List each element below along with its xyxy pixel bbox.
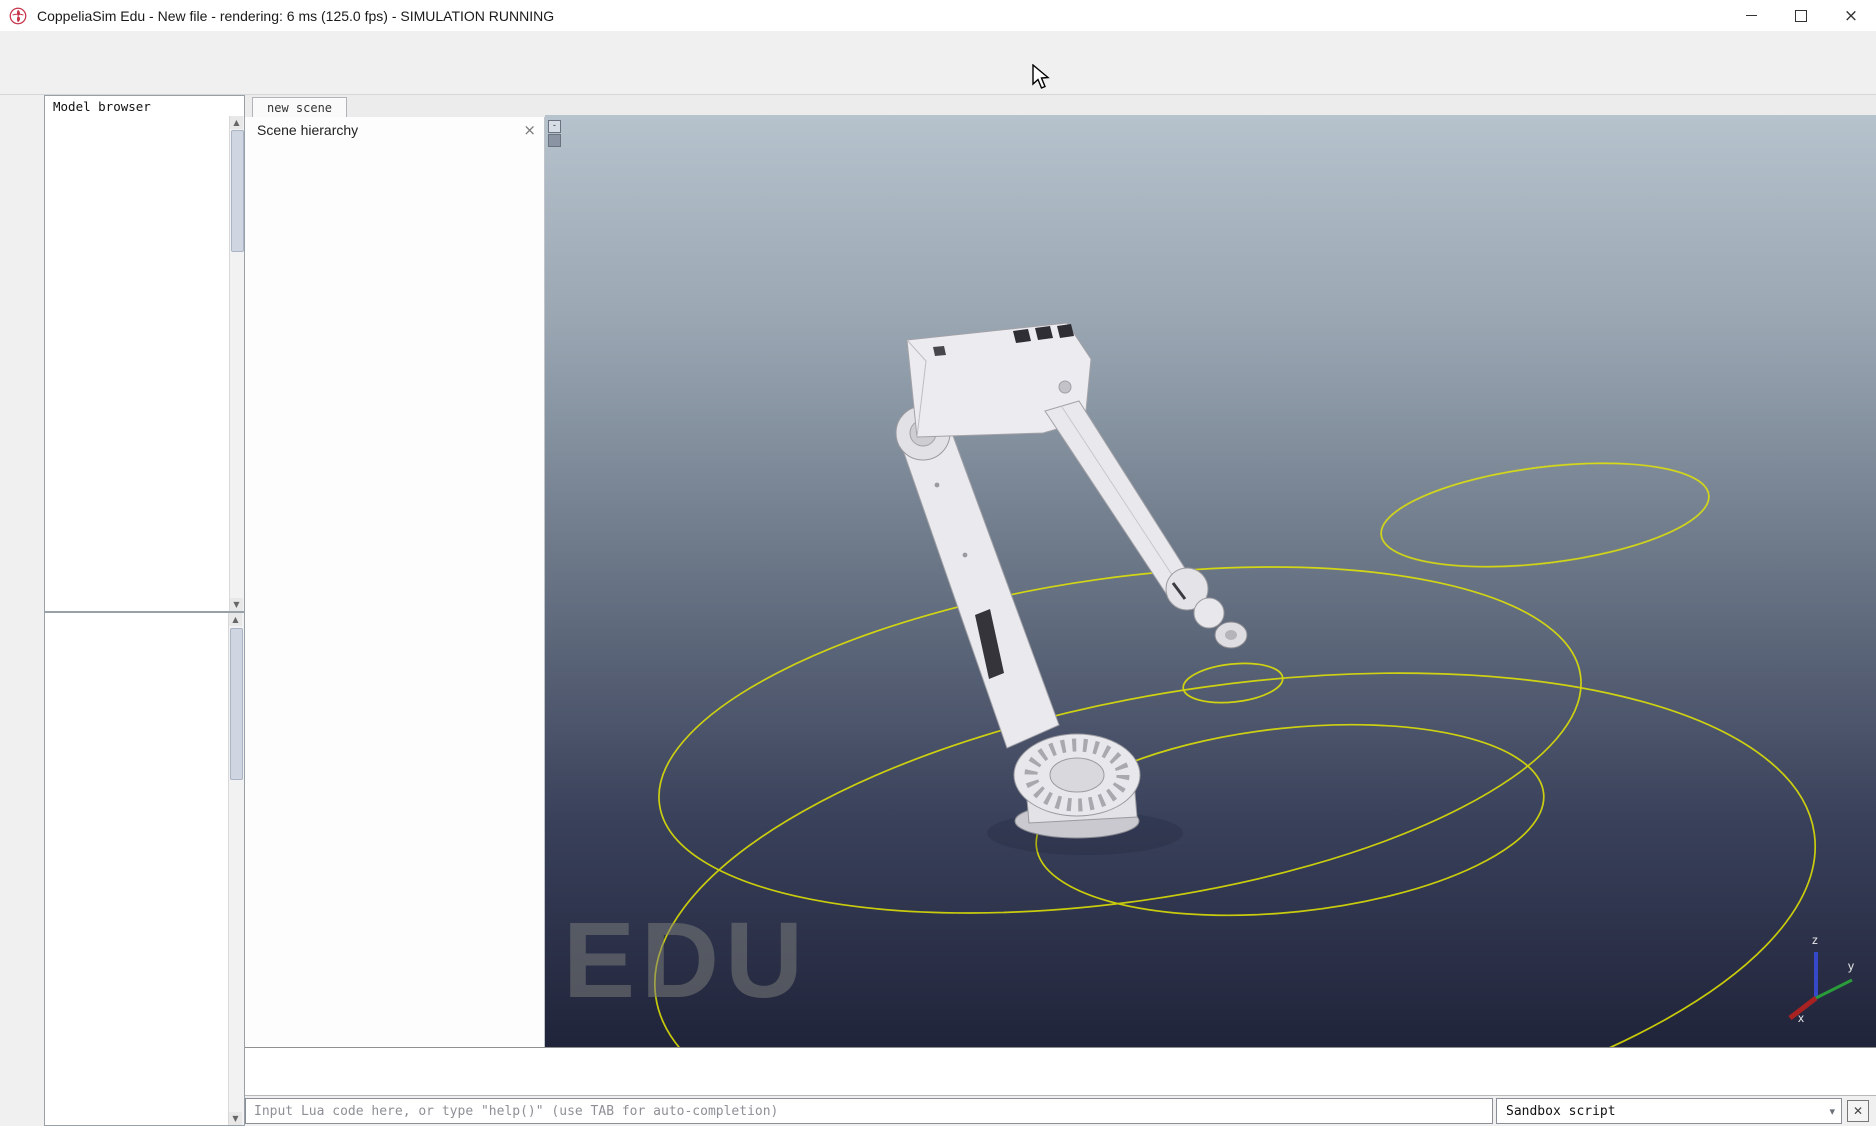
left-toolbar bbox=[0, 95, 45, 1126]
lua-code-input[interactable] bbox=[245, 1098, 1493, 1124]
coppeliasim-window: CoppeliaSim Edu - New file - rendering: … bbox=[0, 0, 1876, 1126]
status-console[interactable] bbox=[245, 1047, 1876, 1096]
scene-hierarchy-header: Scene hierarchy × bbox=[245, 117, 544, 142]
close-icon[interactable]: × bbox=[523, 121, 536, 139]
axis-x-label: x bbox=[1798, 1011, 1804, 1025]
window-title: CoppeliaSim Edu - New file - rendering: … bbox=[37, 7, 555, 24]
collapse-info-icon[interactable]: - bbox=[548, 120, 561, 133]
robot-irb4600[interactable] bbox=[895, 322, 1248, 855]
model-browser-scrollbar[interactable]: ▲ ▼ bbox=[229, 116, 244, 611]
script-selector[interactable]: Sandbox script ▾ bbox=[1496, 1098, 1842, 1124]
script-selector-value: Sandbox script bbox=[1506, 1103, 1616, 1119]
model-thumbnails-panel: ▲ ▼ bbox=[44, 612, 245, 1126]
scroll-up-icon[interactable]: ▲ bbox=[229, 613, 242, 626]
info-handle-icon[interactable] bbox=[548, 134, 561, 147]
scroll-down-icon[interactable]: ▼ bbox=[229, 1112, 242, 1125]
maximize-button[interactable] bbox=[1776, 0, 1826, 31]
model-browser-panel: Model browser ▲ ▼ bbox=[44, 95, 245, 612]
scene-hierarchy-panel: Scene hierarchy × bbox=[245, 117, 545, 1047]
title-bar: CoppeliaSim Edu - New file - rendering: … bbox=[0, 0, 1876, 32]
app-logo-icon bbox=[9, 7, 27, 24]
main-toolbar bbox=[0, 56, 1876, 95]
scrollbar-thumb[interactable] bbox=[231, 130, 244, 252]
lua-input-row: Sandbox script ▾ ✕ bbox=[245, 1096, 1876, 1126]
scene-tab[interactable]: new scene bbox=[252, 97, 348, 118]
menu-bar bbox=[0, 31, 1876, 56]
model-browser-tree bbox=[45, 116, 230, 611]
viewport-3d[interactable]: - EDU z y x bbox=[545, 115, 1876, 1047]
scroll-down-icon[interactable]: ▼ bbox=[230, 598, 243, 611]
window-controls: × bbox=[1726, 0, 1876, 31]
axis-z-label: z bbox=[1812, 933, 1818, 947]
minimize-button[interactable] bbox=[1726, 0, 1776, 31]
axis-triad: z y x bbox=[1788, 933, 1854, 1025]
scene-hierarchy-title: Scene hierarchy bbox=[257, 122, 359, 138]
close-button[interactable]: × bbox=[1826, 0, 1876, 31]
scrollbar-thumb[interactable] bbox=[230, 628, 243, 780]
chevron-down-icon: ▾ bbox=[1829, 1104, 1835, 1118]
axis-y-label: y bbox=[1848, 959, 1854, 973]
scroll-up-icon[interactable]: ▲ bbox=[230, 116, 243, 129]
clear-console-button[interactable]: ✕ bbox=[1847, 1100, 1869, 1122]
edu-watermark: EDU bbox=[563, 899, 810, 1020]
model-browser-title: Model browser bbox=[53, 99, 151, 114]
thumbnails-scrollbar[interactable]: ▲ ▼ bbox=[228, 613, 244, 1125]
